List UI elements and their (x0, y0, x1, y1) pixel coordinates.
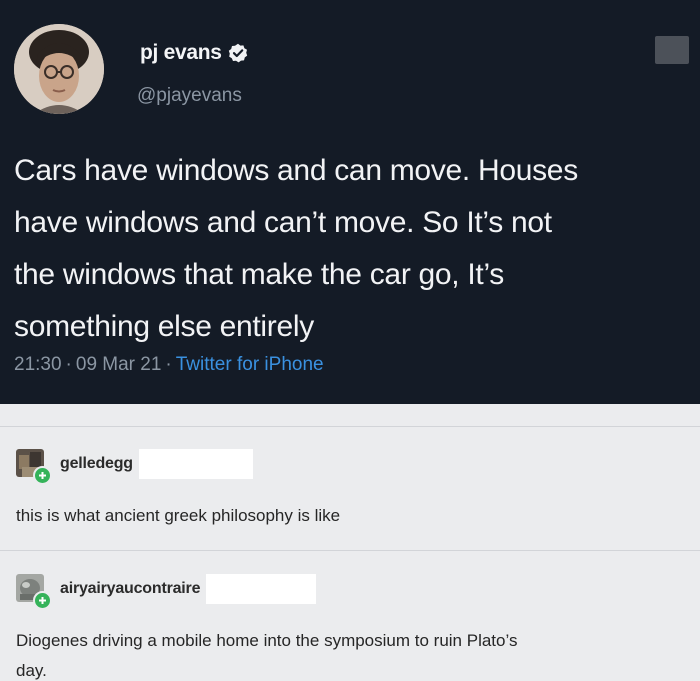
tweet-source-link[interactable]: Twitter for iPhone (176, 354, 324, 375)
tweet-avatar[interactable] (14, 24, 104, 114)
reply-text: this is what ancient greek philosophy is… (16, 506, 341, 525)
reply-header: airyairyaucontraire (16, 572, 317, 610)
tweet-text-line: Cars have windows and can move. Houses (14, 154, 578, 187)
tweet-date[interactable]: 09 Mar 21 (76, 354, 162, 375)
reply-text: Diogenes driving a mobile home into the … (16, 626, 686, 681)
redaction-box (138, 449, 253, 479)
thread-divider (0, 426, 700, 427)
screenshot-page: pj evans @pjayevans Cars have windows an… (0, 0, 700, 681)
separator-dot: · (65, 354, 72, 375)
tweet-card: pj evans @pjayevans Cars have windows an… (0, 0, 700, 404)
tweet-text-line: the windows that make the car go, It’s (14, 258, 504, 291)
tweet-text-line: something else entirely (14, 310, 314, 343)
tweet-text-line: have windows and can’t move. So It’s not (14, 206, 552, 239)
reply-header: gelledegg (16, 447, 253, 485)
username[interactable]: airyairyaucontraire (60, 580, 200, 598)
separator-dot: · (165, 354, 172, 375)
display-name[interactable]: pj evans (140, 41, 222, 65)
user-avatar[interactable] (16, 449, 52, 485)
reply-text-line: Diogenes driving a mobile home into the … (16, 631, 518, 650)
thread-divider (0, 550, 700, 551)
handle[interactable]: @pjayevans (137, 85, 242, 107)
follow-plus-icon[interactable] (33, 466, 52, 485)
tweet-author[interactable]: pj evans (140, 40, 248, 66)
username[interactable]: gelledegg (60, 455, 133, 473)
verified-badge-icon (228, 43, 248, 63)
reblog-thread: gelledegg this is what ancient greek phi… (0, 404, 700, 681)
reply-text-line: day. (16, 661, 47, 680)
tweet-time[interactable]: 21:30 (14, 354, 62, 375)
more-options-icon[interactable] (655, 36, 689, 64)
tweet-metadata: 21:30 · 09 Mar 21 · Twitter for iPhone (14, 354, 324, 376)
tweet-text: Cars have windows and can move. Houses h… (14, 145, 694, 353)
redaction-box (206, 574, 317, 604)
user-avatar[interactable] (16, 574, 52, 610)
follow-plus-icon[interactable] (33, 591, 52, 610)
